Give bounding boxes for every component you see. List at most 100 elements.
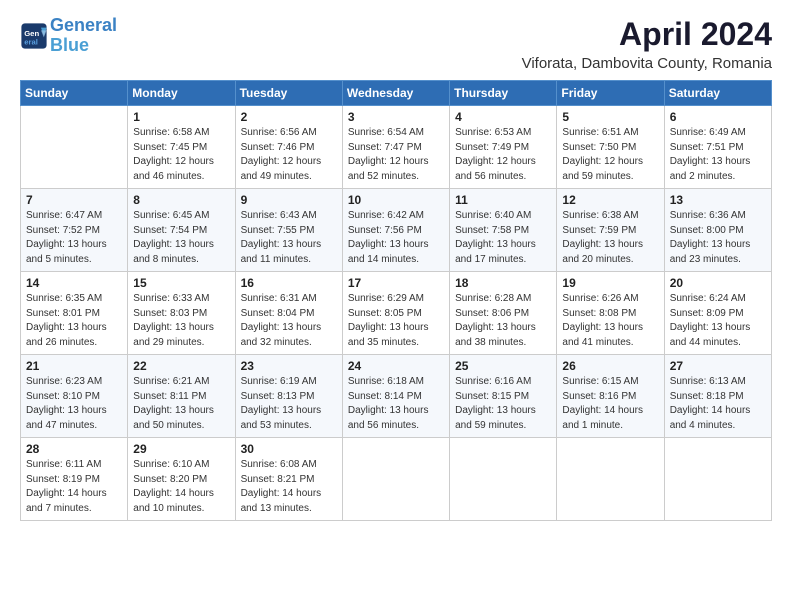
day-number: 8 (133, 193, 229, 207)
day-info: Sunrise: 6:21 AM Sunset: 8:11 PM Dayligh… (133, 375, 229, 433)
day-number: 2 (241, 110, 337, 124)
calendar-cell: 30 Sunrise: 6:08 AM Sunset: 8:21 PM Dayli… (235, 438, 342, 521)
day-number: 22 (133, 359, 229, 373)
day-info: Sunrise: 6:35 AM Sunset: 8:01 PM Dayligh… (26, 292, 122, 350)
main-title: April 2024 (522, 16, 772, 53)
day-number: 26 (562, 359, 658, 373)
calendar-cell: 16 Sunrise: 6:31 AM Sunset: 8:04 PM Dayli… (235, 272, 342, 355)
calendar-cell: 22 Sunrise: 6:21 AM Sunset: 8:11 PM Dayli… (128, 355, 235, 438)
calendar-cell: 29 Sunrise: 6:10 AM Sunset: 8:20 PM Dayli… (128, 438, 235, 521)
calendar-cell: 25 Sunrise: 6:16 AM Sunset: 8:15 PM Dayli… (450, 355, 557, 438)
week-row-4: 21Sunrise: 6:23 AM Sunset: 8:10 PM Dayli… (21, 355, 772, 438)
week-row-3: 14 Sunrise: 6:35 AM Sunset: 8:01 PM Dayli… (21, 272, 772, 355)
weekday-header-row: SundayMondayTuesdayWednesdayThursdayFrid… (21, 81, 772, 106)
calendar-cell: 23 Sunrise: 6:19 AM Sunset: 8:13 PM Dayli… (235, 355, 342, 438)
weekday-header-thursday: Thursday (450, 81, 557, 106)
logo: Gen eral GeneralBlue (20, 16, 117, 56)
day-number: 23 (241, 359, 337, 373)
day-number: 10 (348, 193, 444, 207)
calendar-cell: 19Sunrise: 6:26 AM Sunset: 8:08 PM Dayli… (557, 272, 664, 355)
svg-text:eral: eral (24, 37, 38, 46)
header: Gen eral GeneralBlue April 2024 Viforata… (20, 16, 772, 72)
day-info: Sunrise: 6:45 AM Sunset: 7:54 PM Dayligh… (133, 209, 229, 267)
day-info: Sunrise: 6:16 AM Sunset: 8:15 PM Dayligh… (455, 375, 551, 433)
day-info: Sunrise: 6:33 AM Sunset: 8:03 PM Dayligh… (133, 292, 229, 350)
calendar-cell: 26 Sunrise: 6:15 AM Sunset: 8:16 PM Dayli… (557, 355, 664, 438)
day-info: Sunrise: 6:24 AM Sunset: 8:09 PM Dayligh… (670, 292, 766, 350)
calendar-cell: 17Sunrise: 6:29 AM Sunset: 8:05 PM Dayli… (342, 272, 449, 355)
day-info: Sunrise: 6:11 AM Sunset: 8:19 PM Dayligh… (26, 458, 122, 516)
calendar-cell: 24 Sunrise: 6:18 AM Sunset: 8:14 PM Dayli… (342, 355, 449, 438)
calendar-cell (557, 438, 664, 521)
week-row-1: 1 Sunrise: 6:58 AM Sunset: 7:45 PM Daylig… (21, 106, 772, 189)
day-info: Sunrise: 6:13 AM Sunset: 8:18 PM Dayligh… (670, 375, 766, 433)
subtitle: Viforata, Dambovita County, Romania (522, 55, 772, 72)
day-info: Sunrise: 6:53 AM Sunset: 7:49 PM Dayligh… (455, 126, 551, 184)
calendar-cell: 28 Sunrise: 6:11 AM Sunset: 8:19 PM Dayli… (21, 438, 128, 521)
calendar-cell: 14 Sunrise: 6:35 AM Sunset: 8:01 PM Dayli… (21, 272, 128, 355)
day-info: Sunrise: 6:08 AM Sunset: 8:21 PM Dayligh… (241, 458, 337, 516)
day-number: 18 (455, 276, 551, 290)
day-info: Sunrise: 6:56 AM Sunset: 7:46 PM Dayligh… (241, 126, 337, 184)
day-info: Sunrise: 6:36 AM Sunset: 8:00 PM Dayligh… (670, 209, 766, 267)
calendar-cell (450, 438, 557, 521)
day-number: 20 (670, 276, 766, 290)
weekday-header-monday: Monday (128, 81, 235, 106)
calendar-cell: 6 Sunrise: 6:49 AM Sunset: 7:51 PM Daylig… (664, 106, 771, 189)
day-number: 6 (670, 110, 766, 124)
week-row-2: 7 Sunrise: 6:47 AM Sunset: 7:52 PM Daylig… (21, 189, 772, 272)
weekday-header-tuesday: Tuesday (235, 81, 342, 106)
day-info: Sunrise: 6:51 AM Sunset: 7:50 PM Dayligh… (562, 126, 658, 184)
calendar-cell (664, 438, 771, 521)
day-number: 27 (670, 359, 766, 373)
day-info: Sunrise: 6:29 AM Sunset: 8:05 PM Dayligh… (348, 292, 444, 350)
day-info: Sunrise: 6:19 AM Sunset: 8:13 PM Dayligh… (241, 375, 337, 433)
day-number: 16 (241, 276, 337, 290)
day-number: 24 (348, 359, 444, 373)
day-number: 3 (348, 110, 444, 124)
day-info: Sunrise: 6:49 AM Sunset: 7:51 PM Dayligh… (670, 126, 766, 184)
day-info: Sunrise: 6:18 AM Sunset: 8:14 PM Dayligh… (348, 375, 444, 433)
day-number: 11 (455, 193, 551, 207)
day-number: 13 (670, 193, 766, 207)
day-info: Sunrise: 6:40 AM Sunset: 7:58 PM Dayligh… (455, 209, 551, 267)
calendar-cell: 1 Sunrise: 6:58 AM Sunset: 7:45 PM Daylig… (128, 106, 235, 189)
calendar-cell (342, 438, 449, 521)
calendar-cell: 3Sunrise: 6:54 AM Sunset: 7:47 PM Daylig… (342, 106, 449, 189)
day-info: Sunrise: 6:31 AM Sunset: 8:04 PM Dayligh… (241, 292, 337, 350)
calendar-cell: 11 Sunrise: 6:40 AM Sunset: 7:58 PM Dayli… (450, 189, 557, 272)
day-number: 19 (562, 276, 658, 290)
day-number: 30 (241, 442, 337, 456)
day-number: 7 (26, 193, 122, 207)
calendar-container: Gen eral GeneralBlue April 2024 Viforata… (0, 0, 792, 612)
calendar-cell (21, 106, 128, 189)
calendar-cell: 10 Sunrise: 6:42 AM Sunset: 7:56 PM Dayli… (342, 189, 449, 272)
svg-text:Gen: Gen (24, 29, 39, 38)
weekday-header-wednesday: Wednesday (342, 81, 449, 106)
day-info: Sunrise: 6:10 AM Sunset: 8:20 PM Dayligh… (133, 458, 229, 516)
calendar-cell: 8 Sunrise: 6:45 AM Sunset: 7:54 PM Daylig… (128, 189, 235, 272)
calendar-cell: 12Sunrise: 6:38 AM Sunset: 7:59 PM Dayli… (557, 189, 664, 272)
day-info: Sunrise: 6:23 AM Sunset: 8:10 PM Dayligh… (26, 375, 122, 433)
weekday-header-saturday: Saturday (664, 81, 771, 106)
weekday-header-friday: Friday (557, 81, 664, 106)
logo-icon: Gen eral (20, 22, 48, 50)
calendar-cell: 7 Sunrise: 6:47 AM Sunset: 7:52 PM Daylig… (21, 189, 128, 272)
day-info: Sunrise: 6:42 AM Sunset: 7:56 PM Dayligh… (348, 209, 444, 267)
day-info: Sunrise: 6:15 AM Sunset: 8:16 PM Dayligh… (562, 375, 658, 433)
calendar-cell: 2 Sunrise: 6:56 AM Sunset: 7:46 PM Daylig… (235, 106, 342, 189)
weekday-header-sunday: Sunday (21, 81, 128, 106)
calendar-cell: 20 Sunrise: 6:24 AM Sunset: 8:09 PM Dayli… (664, 272, 771, 355)
day-number: 14 (26, 276, 122, 290)
day-info: Sunrise: 6:47 AM Sunset: 7:52 PM Dayligh… (26, 209, 122, 267)
day-number: 28 (26, 442, 122, 456)
day-number: 5 (562, 110, 658, 124)
day-number: 15 (133, 276, 229, 290)
day-number: 12 (562, 193, 658, 207)
day-info: Sunrise: 6:58 AM Sunset: 7:45 PM Dayligh… (133, 126, 229, 184)
week-row-5: 28 Sunrise: 6:11 AM Sunset: 8:19 PM Dayli… (21, 438, 772, 521)
calendar-cell: 4Sunrise: 6:53 AM Sunset: 7:49 PM Daylig… (450, 106, 557, 189)
day-number: 1 (133, 110, 229, 124)
day-number: 29 (133, 442, 229, 456)
day-number: 25 (455, 359, 551, 373)
